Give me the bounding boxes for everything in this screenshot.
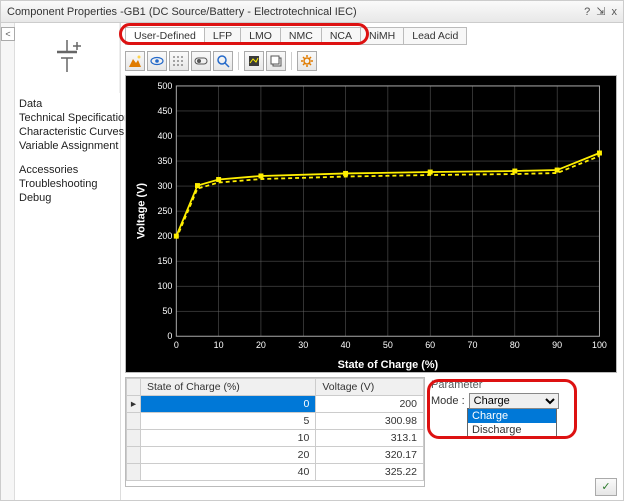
cell-voltage[interactable]: 325.22 [316,464,424,481]
sidebar-item-data[interactable]: Data [19,97,116,111]
help-icon[interactable]: ? [584,6,590,18]
mode-select[interactable]: Charge [469,393,559,409]
table-row[interactable]: ▸0200 [127,396,424,413]
eye-icon[interactable] [147,51,167,71]
cell-soc[interactable]: 10 [141,430,316,447]
col-soc[interactable]: State of Charge (%) [141,379,316,396]
tab-lfp[interactable]: LFP [204,27,240,45]
gear-icon[interactable] [297,51,317,71]
row-indicator-header [127,379,141,396]
tab-user-defined[interactable]: User-Defined [125,27,204,45]
tab-nmc[interactable]: NMC [280,27,321,45]
chart-toolbar [125,49,617,75]
sidebar-item-tech-spec[interactable]: Technical Specifications [19,111,116,125]
table-row[interactable]: 40325.22 [127,464,424,481]
sidebar-item-debug[interactable]: Debug [19,191,116,205]
row-indicator [127,430,141,447]
tab-lead-acid[interactable]: Lead Acid [403,27,467,45]
cell-soc[interactable]: 40 [141,464,316,481]
mode-option-discharge[interactable]: Discharge [468,423,556,437]
mode-label: Mode : [431,395,465,407]
svg-text:80: 80 [510,340,520,350]
sidebar-item-troubleshooting[interactable]: Troubleshooting [19,177,116,191]
grid-dash-icon[interactable] [169,51,189,71]
style-icon[interactable] [244,51,264,71]
ok-button[interactable]: ✓ [595,478,617,496]
row-indicator [127,464,141,481]
svg-text:50: 50 [383,340,393,350]
tab-lmo[interactable]: LMO [240,27,280,45]
component-symbol [15,23,120,93]
tab-nimh[interactable]: NiMH [360,27,403,45]
svg-text:200: 200 [157,231,172,241]
svg-text:State of Charge (%): State of Charge (%) [338,359,439,371]
svg-text:300: 300 [157,181,172,191]
close-icon[interactable]: x [612,6,618,18]
svg-text:30: 30 [298,340,308,350]
svg-text:400: 400 [157,131,172,141]
mode-option-charge[interactable]: Charge [468,409,556,423]
svg-text:10: 10 [214,340,224,350]
cell-voltage[interactable]: 200 [316,396,424,413]
svg-text:0: 0 [167,331,172,341]
cell-soc[interactable]: 5 [141,413,316,430]
svg-text:150: 150 [157,256,172,266]
cell-voltage[interactable]: 313.1 [316,430,424,447]
cell-voltage[interactable]: 300.98 [316,413,424,430]
window-title: Component Properties -GB1 (DC Source/Bat… [7,6,357,18]
svg-text:90: 90 [552,340,562,350]
row-indicator: ▸ [127,396,141,413]
copy-icon[interactable] [266,51,286,71]
cell-soc[interactable]: 0 [141,396,316,413]
data-table[interactable]: State of Charge (%) Voltage (V) ▸0200530… [125,377,425,487]
sidebar-item-var-assign[interactable]: Variable Assignment [19,139,116,153]
mountain-icon[interactable] [125,51,145,71]
voltage-chart[interactable]: 0 10 20 30 40 50 60 70 80 90 100 0 50 100 150 200 250 300… [125,75,617,373]
svg-text:0: 0 [174,340,179,350]
svg-text:250: 250 [157,206,172,216]
svg-text:40: 40 [341,340,351,350]
svg-text:100: 100 [592,340,607,350]
tab-nca[interactable]: NCA [321,27,360,45]
row-indicator [127,447,141,464]
col-voltage[interactable]: Voltage (V) [316,379,424,396]
svg-text:500: 500 [157,81,172,91]
parameter-header: Parameter [431,379,617,391]
cell-voltage[interactable]: 320.17 [316,447,424,464]
svg-text:60: 60 [425,340,435,350]
battery-type-tabs: User-Defined LFP LMO NMC NCA NiMH Lead A… [125,27,617,45]
svg-text:20: 20 [256,340,266,350]
svg-text:70: 70 [468,340,478,350]
table-row[interactable]: 5300.98 [127,413,424,430]
svg-text:450: 450 [157,106,172,116]
mode-dropdown-list: Charge Discharge [467,408,557,438]
svg-text:50: 50 [162,306,172,316]
row-indicator [127,413,141,430]
svg-text:Voltage (V): Voltage (V) [136,183,148,240]
svg-text:100: 100 [157,281,172,291]
cell-soc[interactable]: 20 [141,447,316,464]
toggle-icon[interactable] [191,51,211,71]
collapse-sidebar-button[interactable]: < [1,27,15,41]
svg-text:350: 350 [157,156,172,166]
table-row[interactable]: 10313.1 [127,430,424,447]
pin-icon[interactable]: ⇲ [596,5,605,18]
sidebar-item-curves[interactable]: Characteristic Curves [19,125,116,139]
sidebar-item-accessories[interactable]: Accessories [19,163,116,177]
zoom-icon[interactable] [213,51,233,71]
table-row[interactable]: 20320.17 [127,447,424,464]
